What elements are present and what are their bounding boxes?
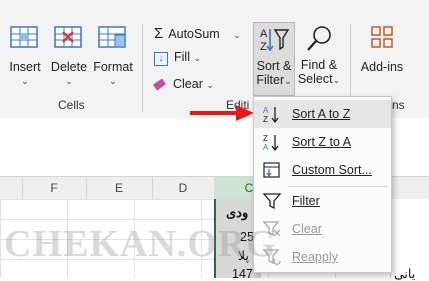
arrow-head [236, 105, 254, 121]
svg-text:A: A [263, 143, 269, 151]
find-select-label-2: Select [297, 72, 333, 86]
magnifier-icon [307, 26, 331, 51]
svg-text:Z: Z [263, 115, 268, 123]
sort-filter-label-2-row: Filter⌄ [254, 73, 294, 88]
menu-item-label: Clear [292, 222, 322, 236]
chevron-down-icon: ⌄ [206, 80, 214, 90]
fill-button[interactable]: ↓ Fill ⌄ [154, 50, 201, 66]
filter-icon [262, 193, 282, 210]
add-ins-group-label-partial: ns [392, 98, 405, 112]
fill-label: Fill [174, 50, 190, 64]
menu-item-label: Custom Sort... [292, 163, 372, 177]
svg-text:Z: Z [263, 134, 268, 143]
chevron-down-icon: ⌄ [332, 75, 341, 85]
find-select-label-2-row: Select⌄ [296, 72, 342, 87]
cells-group-label: Cells [58, 98, 85, 112]
column-header-e[interactable]: E [86, 177, 153, 199]
menu-item-label: Sort A to Z [292, 107, 351, 121]
chevron-down-icon: ⌄ [65, 76, 73, 86]
insert-label: Insert [9, 60, 41, 74]
eraser-icon [152, 78, 167, 91]
delete-cells-icon [54, 26, 82, 48]
sort-filter-button[interactable]: A Z Sort & Filter⌄ [253, 22, 295, 96]
format-label: Format [93, 60, 133, 74]
custom-sort-icon [263, 162, 280, 178]
cell-header-partial: ودی [226, 205, 249, 220]
chevron-down-icon: ⌄ [193, 53, 201, 63]
column-header-f[interactable]: F [22, 177, 87, 199]
sigma-icon: Σ [154, 25, 164, 42]
sort-a-to-z-icon: A Z [263, 106, 279, 123]
chevron-down-icon: ⌄ [233, 30, 241, 40]
group-separator [142, 24, 143, 112]
watermark-text: CHEKAN.ORG [4, 223, 277, 265]
insert-cells-icon [10, 26, 38, 48]
chevron-down-icon: ⌄ [284, 76, 292, 86]
autosum-label: AutoSum [168, 27, 220, 41]
format-cells-icon [98, 26, 126, 48]
delete-label: Delete [50, 60, 88, 74]
menu-item-filter[interactable]: Filter [254, 187, 391, 215]
menu-item-label: Filter [292, 194, 320, 208]
menu-item-sort-z-to-a[interactable]: Z A Sort Z to A [254, 128, 391, 156]
menu-item-custom-sort[interactable]: Custom Sort... [254, 156, 391, 184]
chevron-down-icon: ⌄ [109, 76, 117, 86]
column-header-blank [0, 177, 23, 199]
fill-down-icon: ↓ [154, 52, 168, 66]
add-ins-label: Add-ins [360, 60, 404, 74]
sort-filter-icon: A Z [260, 28, 290, 53]
autosum-button[interactable]: Σ AutoSum ⌄ [154, 25, 241, 42]
column-header-d[interactable]: D [152, 177, 215, 199]
menu-item-sort-a-to-z[interactable]: A Z Sort A to Z [254, 100, 391, 128]
menu-item-label: Sort Z to A [292, 135, 352, 149]
add-ins-button[interactable]: Add-ins [356, 22, 408, 82]
find-select-button[interactable]: Find & Select⌄ [296, 22, 342, 94]
clear-button[interactable]: Clear ⌄ [152, 77, 214, 91]
clear-label: Clear [173, 77, 203, 91]
delete-button[interactable]: Delete ⌄ [48, 22, 90, 94]
svg-text:A: A [260, 28, 268, 40]
chevron-down-icon: ⌄ [21, 76, 29, 86]
sort-filter-label-2: Filter [256, 73, 285, 87]
add-ins-icon [371, 26, 393, 48]
insert-button[interactable]: Insert ⌄ [4, 22, 46, 94]
menu-item-label: Reapply [292, 250, 338, 264]
cell-c4: 147 [232, 267, 253, 281]
svg-text:Z: Z [260, 41, 267, 53]
sort-filter-label-1: Sort & [256, 59, 292, 73]
format-button[interactable]: Format ⌄ [92, 22, 134, 94]
svg-text:A: A [263, 106, 269, 115]
sort-z-to-a-icon: Z A [263, 134, 279, 151]
red-arrow-annotation [190, 105, 254, 121]
cell-b4-partial: یانی [394, 267, 416, 281]
find-select-label-1: Find & [300, 58, 338, 72]
